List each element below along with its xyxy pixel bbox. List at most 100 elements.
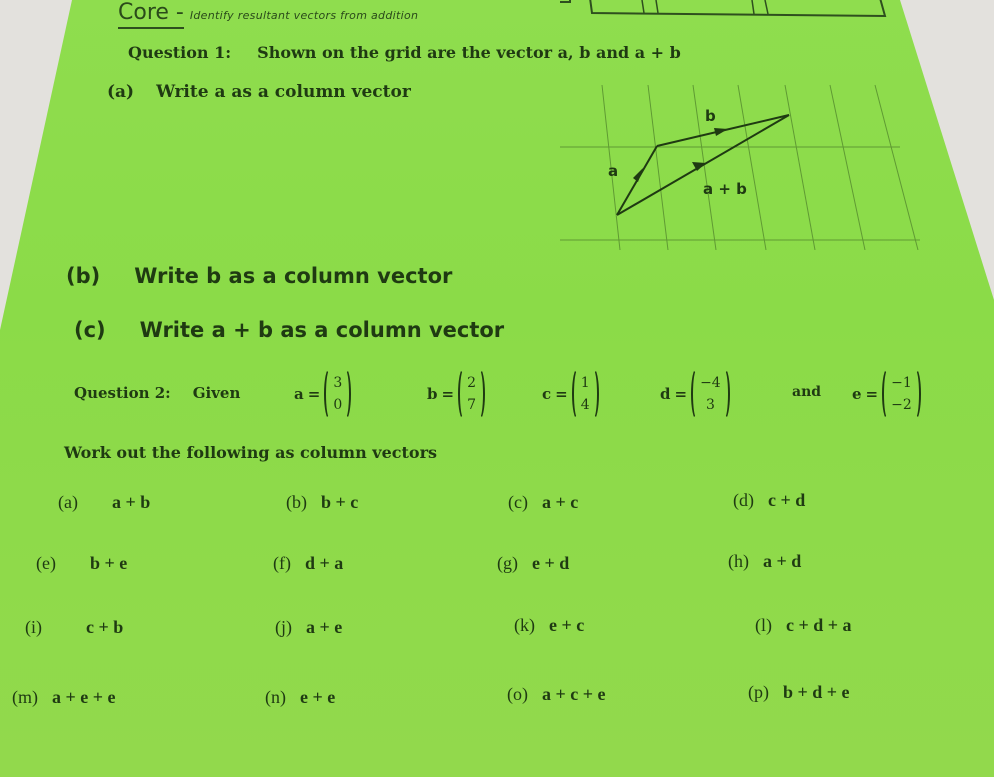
vector-name: a [294,385,304,403]
exercise-label: (e) [36,553,56,573]
exercise-label: (m) [12,687,38,707]
column-vector: 27 [458,368,485,420]
exercise-h: (h) a + d [728,551,801,572]
vector-top: −1 [891,375,912,391]
exercise-expression: a + c + e [542,684,606,704]
question-2-label: Question 2: [74,384,171,402]
worksheet-header: Core - Identify resultant vectors from ad… [118,0,419,29]
vector-d-definition: d = −4 3 [660,368,730,420]
vector-name: e [852,385,862,403]
arrowhead-b-icon [714,128,728,136]
question-1c: (c) Write a + b as a column vector [74,318,504,342]
exercise-n: (n) e + e [265,687,335,708]
exercise-i: (i) c + b [25,617,123,638]
worksheet-subtitle: Identify resultant vectors from addition [189,9,419,22]
vector-grid-diagram: a b a + b [560,84,920,250]
exercise-expression: e + d [532,553,570,573]
exercise-label: (d) [733,490,754,510]
exercise-k: (k) e + c [514,615,584,636]
exercise-expression: b + d + e [783,682,850,702]
vector-e-definition: e = −1 −2 [852,368,921,420]
exercise-label: (b) [286,492,307,512]
question-1b: (b) Write b as a column vector [66,264,452,288]
exercise-label: (a) [58,492,78,512]
exercise-expression: e + c [549,615,585,635]
vector-bottom: 4 [580,397,590,413]
exercise-label: (f) [273,553,291,573]
question-1-text: Shown on the grid are the vector a, b an… [257,43,681,62]
table-remnant [560,0,887,18]
vector-bottom: 7 [467,397,476,413]
part-text: Write a as a column vector [156,82,411,102]
exercise-expression: c + d [768,490,806,510]
vector-bottom: 0 [333,397,343,413]
worksheet-title: Core - [118,0,184,29]
question-1-label: Question 1: [128,43,232,62]
exercise-expression: a + c [541,492,579,512]
label-a: a [608,162,618,180]
exercise-label: (g) [497,553,518,573]
exercise-l: (l) c + d + a [755,615,852,636]
exercise-g: (g) e + d [497,553,569,574]
question-1a: (a) Write a as a column vector [107,82,411,102]
vector-c-definition: c = 14 [542,368,599,420]
exercise-expression: b + c [321,492,359,512]
vector-top: 2 [467,375,476,391]
exercise-label: (c) [508,492,528,512]
exercise-expression: a + d [763,551,802,571]
vector-top: 3 [333,375,343,391]
exercise-f: (f) d + a [273,553,343,574]
exercise-expression: c + d + a [786,615,852,635]
vector-b-definition: b = 27 [427,368,485,420]
vector-a-definition: a = 30 [294,368,352,420]
question-2: Question 2: Given [74,384,240,402]
exercise-m: (m) a + e + e [12,687,116,708]
vector-bottom: −2 [891,397,912,413]
column-vector: −1 −2 [882,368,921,420]
part-label: (c) [74,318,106,342]
exercise-o: (o) a + c + e [507,684,606,705]
vector-top: 1 [580,375,590,391]
column-vector: 30 [324,368,352,420]
label-sum: a + b [703,180,747,198]
part-label: (a) [107,82,135,102]
vector-bottom: 3 [705,397,715,413]
part-text: Write b as a column vector [134,264,453,288]
exercise-c: (c) a + c [508,492,578,513]
exercise-d: (d) c + d [733,490,805,511]
exercise-expression: a + e [306,617,343,637]
exercise-label: (p) [748,682,769,702]
exercise-e: (e) b + e [36,553,127,574]
exercise-b: (b) b + c [286,492,358,513]
part-text: Write a + b as a column vector [139,318,505,342]
and-label: and [792,384,822,400]
instruction-text: Work out the following as column vectors [64,443,438,462]
column-vector: −4 3 [691,368,730,420]
exercise-expression: c + b [86,617,124,637]
vector-name: b [427,385,438,403]
column-vector: 14 [571,368,599,420]
exercise-j: (j) a + e [275,617,342,638]
exercise-label: (k) [514,615,535,635]
exercise-label: (n) [265,687,286,707]
given-label: Given [192,384,241,402]
exercise-expression: a + b [111,492,151,512]
vector-name: d [660,385,671,403]
exercise-expression: a + e + e [52,687,116,707]
label-b: b [705,107,716,125]
arrowhead-a-icon [633,168,643,182]
exercise-label: (i) [25,617,42,637]
part-label: (b) [66,264,101,288]
exercise-a: (a) a + b [58,492,150,513]
exercise-label: (j) [275,617,292,637]
exercise-p: (p) b + d + e [748,682,850,703]
exercise-label: (o) [507,684,528,704]
exercise-expression: d + a [304,553,344,573]
vector-name: c [542,385,552,403]
vector-top: −4 [700,375,721,391]
question-1: Question 1: Shown on the grid are the vec… [128,43,681,62]
exercise-label: (h) [728,551,749,571]
exercise-label: (l) [755,615,772,635]
exercise-expression: b + e [89,553,128,573]
exercise-expression: e + e [300,687,336,707]
